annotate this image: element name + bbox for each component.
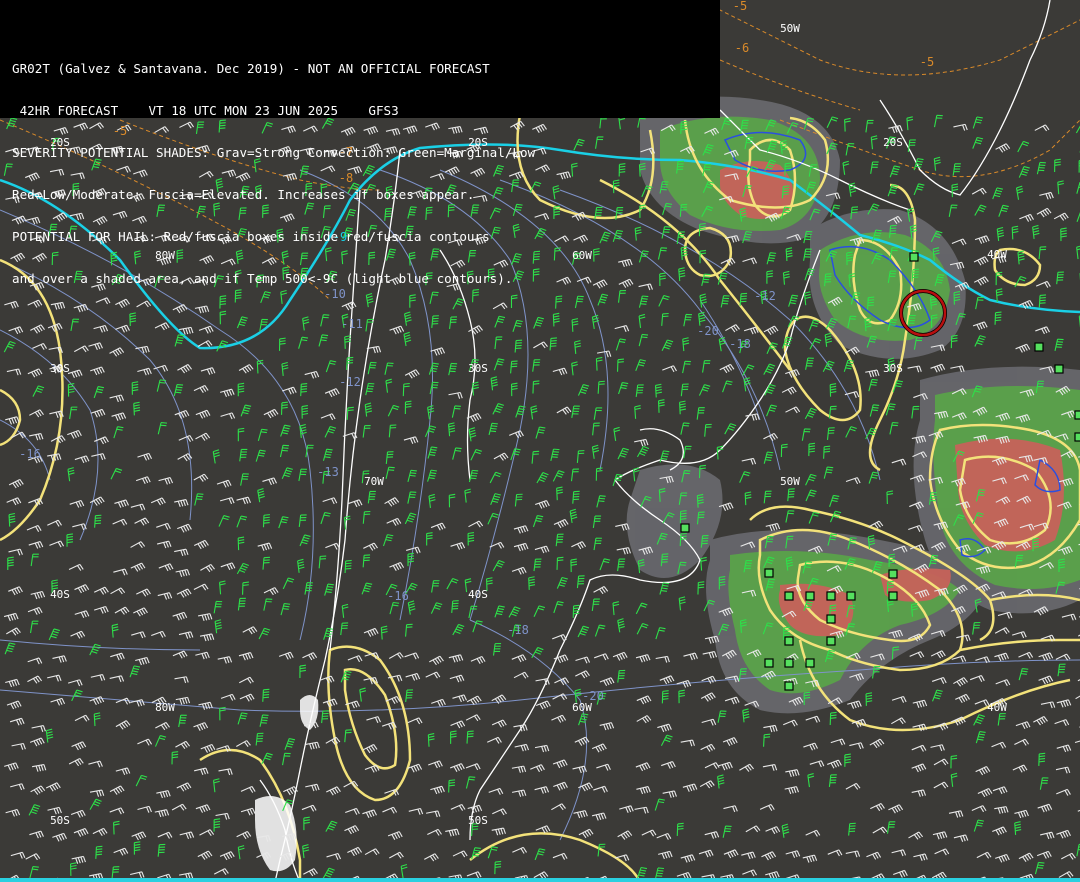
lat-lon-label: 40W [987,248,1007,261]
hail-box [909,252,919,262]
lat-lon-label: 30S [883,362,903,375]
hail-box [784,591,794,601]
temp-contour-label: -11 [341,317,363,331]
temp-contour-label: -20 [582,689,604,703]
hail-box [784,681,794,691]
lat-lon-label: 50W [780,22,800,35]
hail-box [1074,410,1080,420]
hail-box [784,636,794,646]
lat-lon-label: 30S [50,362,70,375]
lat-lon-label: 20S [883,136,903,149]
temp-contour-label: -13 [317,465,339,479]
hail-box [888,591,898,601]
header-title: GR02T (Galvez & Santavana. Dec 2019) - N… [12,62,490,76]
temp-contour-label: -18 [729,337,751,351]
hail-box [1054,364,1064,374]
temp-contour-label: -12 [339,375,361,389]
lat-lon-label: 50S [468,814,488,827]
lat-lon-label: 80W [155,701,175,714]
header-forecast-time: 42HR FORECAST VT 18 UTC MON 23 JUN 2025 … [12,104,399,118]
temp-contour-label: -12 [754,289,776,303]
hail-box [764,568,774,578]
hail-box [826,636,836,646]
header-severity-legend: SEVERITY POTENTIAL SHADES: Grav=Strong C… [12,146,536,160]
hail-box [805,591,815,601]
hail-box [680,523,690,533]
header-severity-legend-2: Red=Low/Moderate: Fuscia=Elevated. Incre… [12,188,475,202]
hail-box [1074,432,1080,442]
temp-contour-label: -18 [507,623,529,637]
header-hail-legend: POTENTIAL FOR HAIL: Red/fuscia boxes ins… [12,230,490,244]
temp-contour-label: -16 [387,589,409,603]
hail-box [846,591,856,601]
temp-contour-label: -20 [697,324,719,338]
hail-box [1034,342,1044,352]
lat-lon-label: 50W [780,475,800,488]
lat-lon-label: 30S [468,362,488,375]
lat-lon-label: 70W [364,475,384,488]
hail-box [764,658,774,668]
bottom-border [0,878,1080,882]
temp-contour-label: -5 [733,0,747,13]
lat-lon-label: 40W [987,701,1007,714]
hail-box [888,569,898,579]
lat-lon-label: 50S [50,814,70,827]
hail-box [826,614,836,624]
forecast-header: GR02T (Galvez & Santavana. Dec 2019) - N… [0,0,720,286]
temp-contour-label: -5 [920,55,934,69]
hail-box [784,658,794,668]
hail-box [805,658,815,668]
lat-lon-label: 40S [50,588,70,601]
header-hail-legend-2: and over a shaded area, and if Temp 500<… [12,272,513,286]
temp-contour-label: -6 [735,41,749,55]
hail-box [826,591,836,601]
temp-contour-label: -16 [19,447,41,461]
lat-lon-label: 40S [468,588,488,601]
